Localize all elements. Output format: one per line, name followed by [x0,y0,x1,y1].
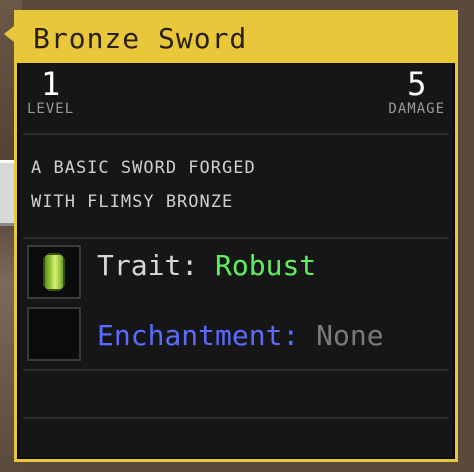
title-bar: Bronze Sword [17,13,455,63]
divider [23,237,449,239]
item-description: A BASIC SWORD FORGED WITH FLIMSY BRONZE [31,151,256,219]
enchantment-value: None [316,319,384,352]
level-value: 1 [40,65,61,103]
divider [23,417,449,419]
damage-label: DAMAGE [388,101,445,117]
divider [23,369,449,371]
level-stat: 1 LEVEL [27,67,74,117]
green-gem-icon [43,253,65,291]
enchantment-label: Enchantment: [97,319,300,352]
item-tooltip: Bronze Sword 1 LEVEL 5 DAMAGE A BASIC SW… [14,10,458,462]
description-line-2: WITH FLIMSY BRONZE [31,192,234,212]
trait-value: Robust [215,249,317,282]
damage-value: 5 [407,65,427,103]
description-line-1: A BASIC SWORD FORGED [31,158,256,178]
damage-stat: 5 DAMAGE [388,67,445,117]
trait-label: Trait: [97,249,199,282]
trait-row: Trait: Robust [97,249,316,282]
enchantment-slot[interactable] [27,307,81,361]
item-name: Bronze Sword [33,22,248,55]
tooltip-pointer-icon [4,26,14,42]
level-label: LEVEL [27,101,75,117]
trait-slot[interactable] [27,245,81,299]
enchantment-row: Enchantment: None [97,319,384,352]
divider [23,133,449,135]
